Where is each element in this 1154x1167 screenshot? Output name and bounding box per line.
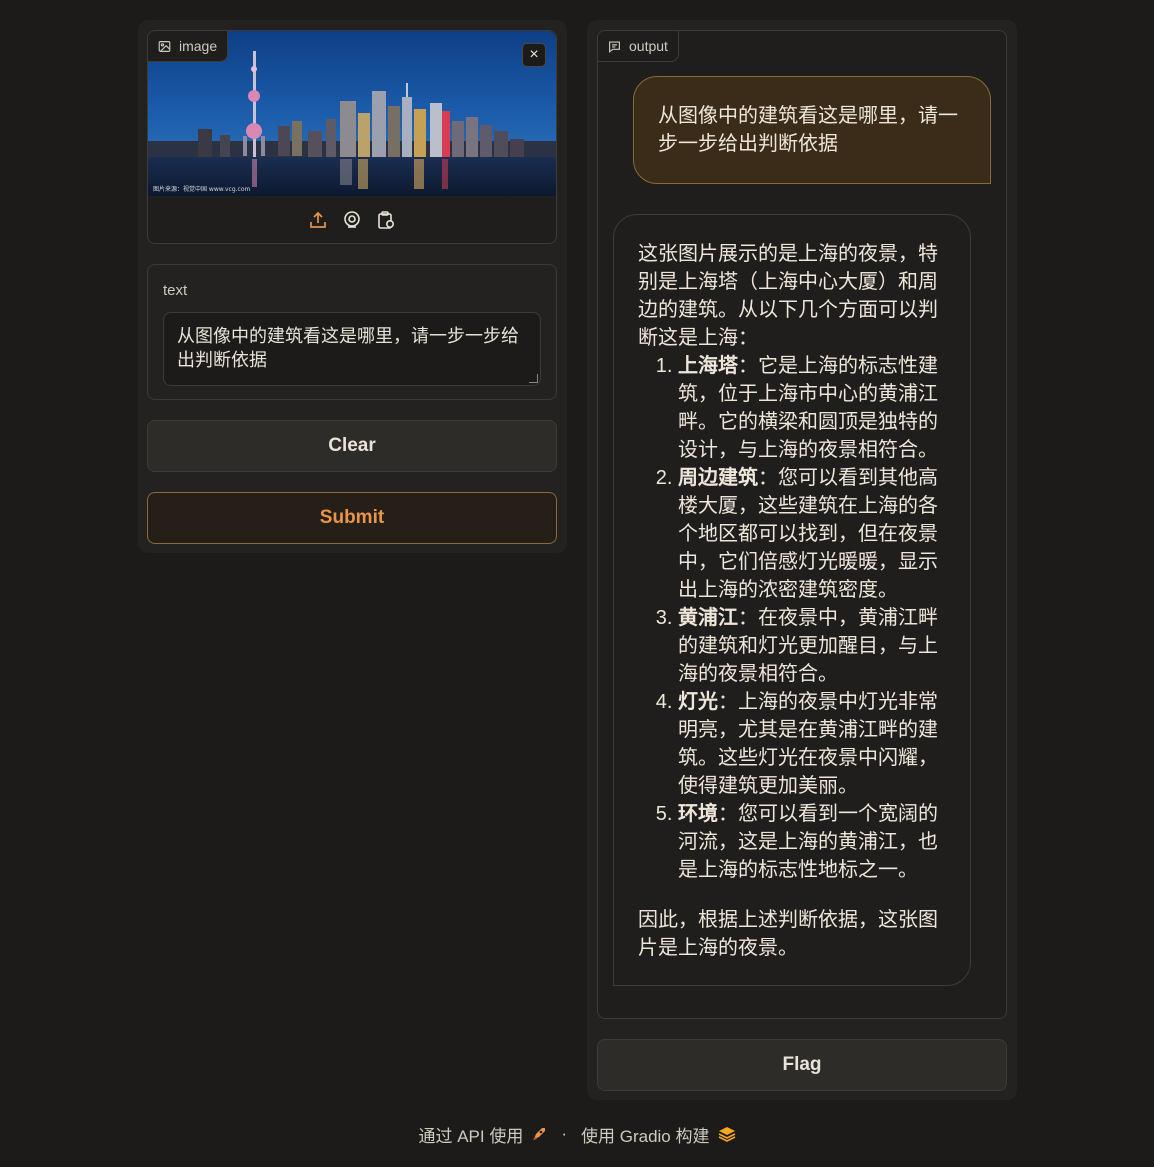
submit-button[interactable]: Submit [147, 492, 557, 544]
list-item: 灯光：上海的夜景中灯光非常明亮，尤其是在黄浦江畔的建筑。这些灯光在夜景中闪耀，使… [678, 688, 946, 800]
image-watermark: 图片来源：视觉中国 www.vcg.com [153, 185, 251, 193]
list-item-title: 上海塔 [678, 355, 738, 377]
use-via-api-link[interactable]: 通过 API 使用 [418, 1122, 547, 1147]
submit-button-label: Submit [319, 507, 385, 528]
clipboard-icon[interactable] [376, 210, 396, 230]
chatbot-output: output 从图像中的建筑看这是哪里，请一步一步给出判断依据 这张图片展示的是… [597, 30, 1007, 1019]
user-message-bubble: 从图像中的建筑看这是哪里，请一步一步给出判断依据 [633, 76, 991, 184]
output-label-tag: output [598, 31, 679, 62]
footer-separator: · [561, 1124, 568, 1143]
flag-button[interactable]: Flag [597, 1039, 1007, 1091]
gradio-logo-icon [718, 1126, 736, 1142]
footer: 通过 API 使用 · 使用 Gradio 构建 [0, 1120, 1154, 1148]
built-with-label: 使用 Gradio 构建 [581, 1126, 710, 1146]
webcam-icon[interactable] [342, 210, 362, 230]
bot-intro-text: 这张图片展示的是上海的夜景，特别是上海塔（上海中心大厦）和周边的建筑。从以下几个… [638, 243, 938, 349]
list-item-title: 环境 [678, 803, 718, 825]
text-input-value: 从图像中的建筑看这是哪里，请一步一步给出判断依据 [177, 326, 519, 370]
flag-button-label: Flag [782, 1054, 822, 1075]
text-input-block: text 从图像中的建筑看这是哪里，请一步一步给出判断依据 [147, 264, 557, 400]
image-source-toolbar [148, 196, 556, 244]
image-input-block: 图片来源：视觉中国 www.vcg.com image × [147, 30, 557, 244]
close-icon: × [529, 46, 539, 63]
built-with-gradio-link[interactable]: 使用 Gradio 构建 [581, 1122, 735, 1147]
list-item-title: 黄浦江 [678, 607, 738, 629]
use-via-api-label: 通过 API 使用 [418, 1126, 524, 1146]
clear-button[interactable]: Clear [147, 420, 557, 472]
bot-reasons-list: 上海塔：它是上海的标志性建筑，位于上海市中心的黄浦江畔。它的横梁和圆顶是独特的设… [638, 352, 946, 884]
text-label: text [163, 282, 188, 299]
list-item-title: 灯光 [678, 691, 718, 713]
image-label: image [179, 38, 218, 54]
bot-conclusion-text: 因此，根据上述判断依据，这张图片是上海的夜景。 [638, 909, 938, 959]
list-item: 周边建筑：您可以看到其他高楼大厦，这些建筑在上海的各个地区都可以找到，但在夜景中… [678, 464, 946, 604]
output-label: output [629, 38, 668, 54]
image-icon [158, 40, 171, 53]
rocket-icon [531, 1126, 547, 1142]
list-item: 环境：您可以看到一个宽阔的河流，这是上海的黄浦江，也是上海的标志性地标之一。 [678, 800, 946, 884]
list-item: 黄浦江：在夜景中，黄浦江畔的建筑和灯光更加醒目，与上海的夜景相符合。 [678, 604, 946, 688]
resize-handle-icon[interactable] [529, 374, 538, 383]
clear-image-button[interactable]: × [522, 43, 546, 67]
list-item-title: 周边建筑 [678, 467, 758, 489]
upload-icon[interactable] [308, 210, 328, 230]
user-message-text: 从图像中的建筑看这是哪里，请一步一步给出判断依据 [658, 105, 958, 155]
list-item: 上海塔：它是上海的标志性建筑，位于上海市中心的黄浦江畔。它的横梁和圆顶是独特的设… [678, 352, 946, 464]
bot-message-bubble: 这张图片展示的是上海的夜景，特别是上海塔（上海中心大厦）和周边的建筑。从以下几个… [613, 214, 971, 986]
text-input-field[interactable]: 从图像中的建筑看这是哪里，请一步一步给出判断依据 [163, 312, 541, 386]
chat-icon [608, 40, 621, 53]
clear-button-label: Clear [328, 435, 376, 456]
image-label-tag: image [148, 31, 229, 62]
